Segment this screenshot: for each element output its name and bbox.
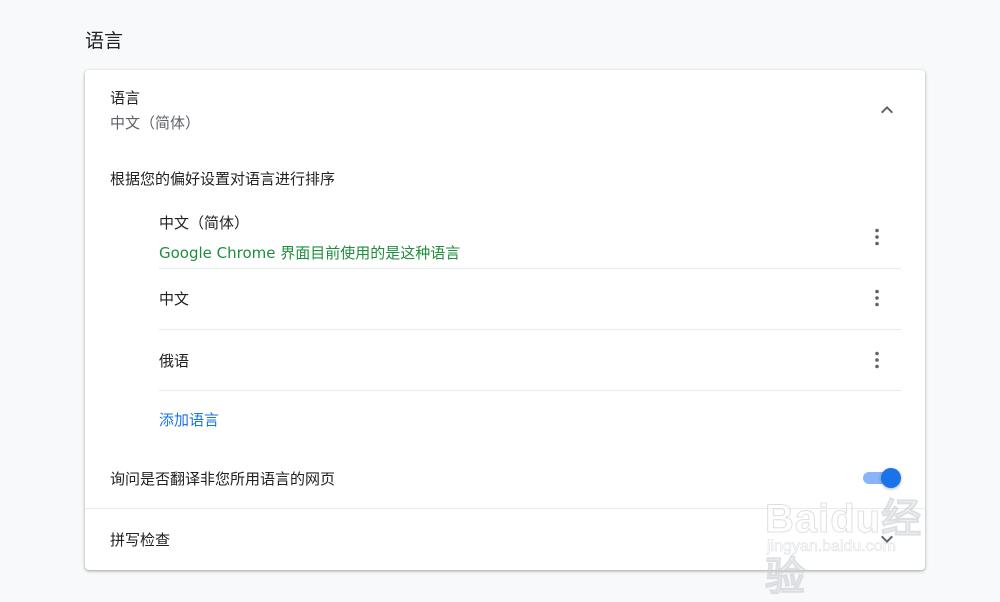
spellcheck-section-header[interactable]: 拼写检查 [85,509,925,569]
current-language: 中文（简体） [110,114,201,132]
spellcheck-label: 拼写检查 [110,531,171,549]
chevron-up-icon[interactable] [875,98,899,122]
language-order-label: 根据您的偏好设置对语言进行排序 [110,170,336,188]
language-row: 中文 [159,269,901,330]
translate-offer-row: 询问是否翻译非您所用语言的网页 [85,448,925,509]
ui-language-note: Google Chrome 界面目前使用的是这种语言 [159,244,461,262]
language-row: 俄语 [159,330,901,391]
add-language-button[interactable]: 添加语言 [159,409,219,430]
section-title: 语言 [85,30,124,52]
chevron-down-icon[interactable] [875,527,899,551]
language-name: 中文（简体） [159,214,250,232]
toggle-knob [881,468,901,488]
translate-offer-toggle[interactable] [861,468,901,488]
language-list: 中文（简体） Google Chrome 界面目前使用的是这种语言 中文 俄语 [159,198,901,391]
more-vert-icon[interactable] [865,225,889,249]
language-name: 俄语 [159,352,190,370]
language-settings-card: 语言 中文（简体） 根据您的偏好设置对语言进行排序 中文（简体） Google … [85,70,925,570]
language-section-header[interactable]: 语言 中文（简体） [85,70,925,144]
translate-offer-label: 询问是否翻译非您所用语言的网页 [110,470,336,488]
language-name: 中文 [159,290,190,308]
more-vert-icon[interactable] [865,286,889,310]
more-vert-icon[interactable] [865,348,889,372]
language-section-title: 语言 [110,89,141,107]
language-row: 中文（简体） Google Chrome 界面目前使用的是这种语言 [159,198,901,269]
